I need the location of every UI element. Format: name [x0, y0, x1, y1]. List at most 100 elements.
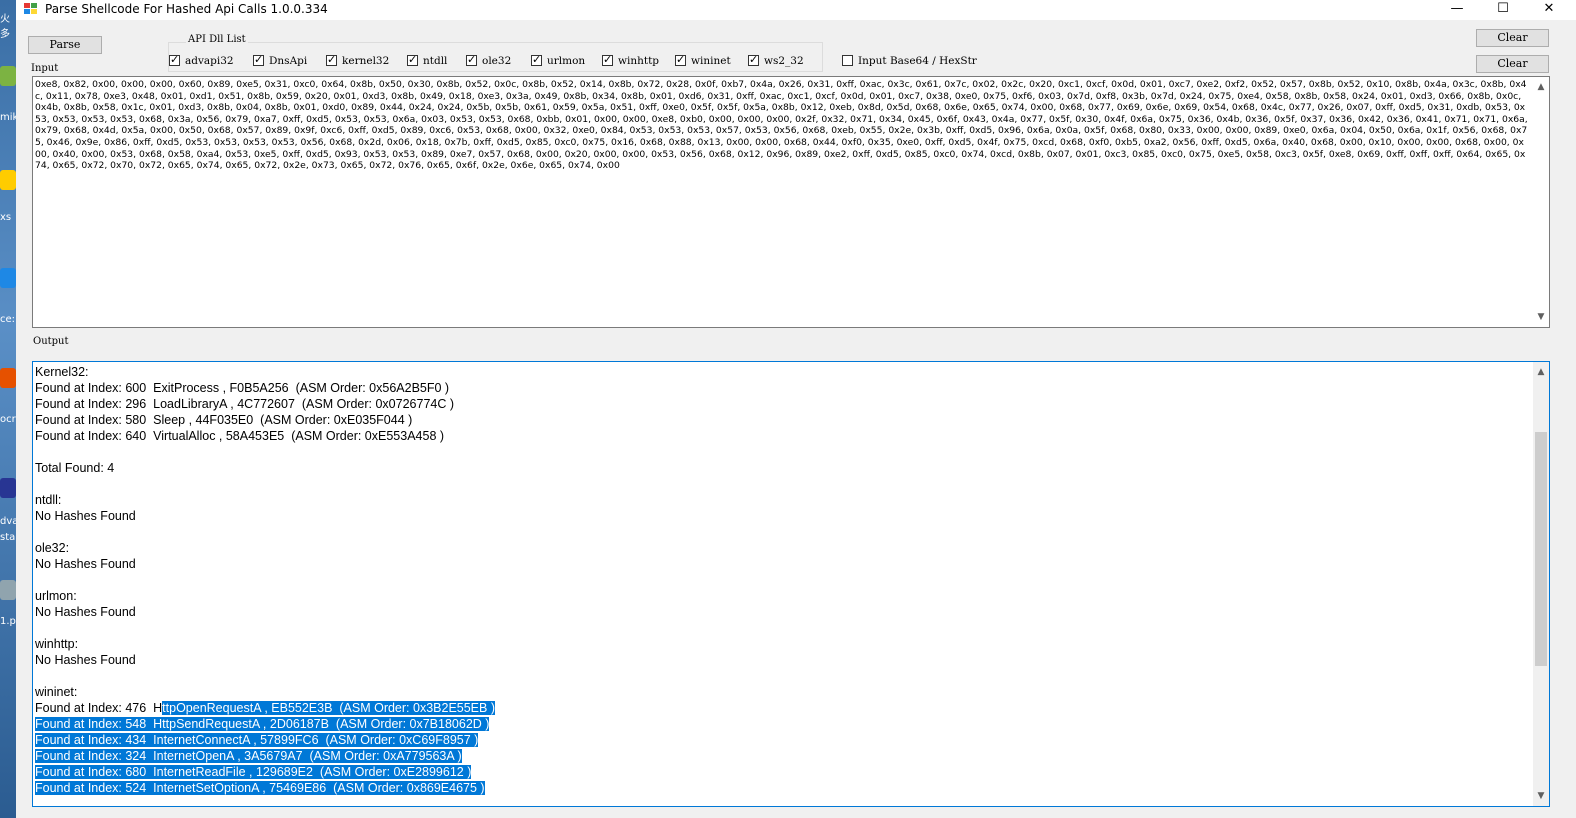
- app-icon: [24, 3, 38, 15]
- checkbox-advapi32[interactable]: advapi32: [169, 52, 234, 67]
- checkbox-label: wininet: [691, 54, 731, 67]
- output-line: No Hashes Found: [35, 557, 136, 571]
- checkbox-urlmon[interactable]: urlmon: [531, 52, 586, 67]
- title-bar[interactable]: Parse Shellcode For Hashed Api Calls 1.0…: [16, 0, 1576, 20]
- output-line: Found at Index: 296 LoadLibraryA , 4C772…: [35, 397, 455, 411]
- scroll-thumb[interactable]: [1535, 432, 1547, 666]
- input-textarea[interactable]: 0xe8, 0x82, 0x00, 0x00, 0x00, 0x60, 0x89…: [32, 76, 1550, 328]
- output-line-selected: Found at Index: 434 InternetConnectA , 5…: [35, 732, 1531, 748]
- desktop-shortcut-icon[interactable]: [0, 478, 16, 498]
- parse-button[interactable]: Parse: [28, 36, 102, 54]
- selected-text: ttpOpenRequestA , EB552E3B (ASM Order: 0…: [162, 701, 495, 715]
- checkbox-winhttp[interactable]: winhttp: [602, 52, 660, 67]
- scroll-down-arrow-icon[interactable]: ▼: [1533, 309, 1549, 325]
- output-line: wininet:: [35, 685, 78, 699]
- output-line: Total Found: 4: [35, 461, 115, 475]
- desktop-shortcut-icon[interactable]: [0, 268, 16, 288]
- checkbox-check-icon[interactable]: [326, 53, 337, 67]
- output-line-partially-selected: Found at Index: 476 HttpOpenRequestA , E…: [35, 700, 1531, 716]
- checkbox-check-icon[interactable]: [169, 53, 180, 67]
- input-label: Input: [31, 63, 59, 74]
- output-line: Found at Index: 600 ExitProcess , F0B5A2…: [35, 381, 450, 395]
- checkbox-check-icon[interactable]: [602, 53, 613, 67]
- desktop-label: sta: [0, 532, 16, 543]
- checkbox-label: Input Base64 / HexStr: [858, 54, 977, 67]
- dll-list-group-title: API Dll List: [186, 34, 248, 45]
- output-line: urlmon:: [35, 589, 77, 603]
- output-textarea[interactable]: Kernel32: Found at Index: 600 ExitProces…: [32, 361, 1550, 807]
- output-text[interactable]: Kernel32: Found at Index: 600 ExitProces…: [35, 364, 1531, 796]
- checkbox-check-icon[interactable]: [253, 53, 264, 67]
- selected-text: Found at Index: 324 InternetOpenA , 3A56…: [35, 749, 462, 763]
- output-line-selected: Found at Index: 324 InternetOpenA , 3A56…: [35, 748, 1531, 764]
- checkbox-ntdll[interactable]: ntdll: [407, 52, 448, 67]
- checkbox-ole32[interactable]: ole32: [466, 52, 512, 67]
- output-line: No Hashes Found: [35, 653, 136, 667]
- checkbox-label: ntdll: [423, 54, 448, 67]
- checkbox-check-icon[interactable]: [531, 53, 542, 67]
- checkbox-label: DnsApi: [269, 54, 308, 67]
- selected-text: Found at Index: 548 HttpSendRequestA , 2…: [35, 717, 490, 731]
- desktop-shortcut-icon[interactable]: [0, 66, 16, 86]
- desktop-shortcut-icon[interactable]: [0, 368, 16, 388]
- output-line-selected: Found at Index: 680 InternetReadFile , 1…: [35, 764, 1531, 780]
- minimize-button[interactable]: —: [1434, 0, 1480, 20]
- output-label: Output: [33, 336, 69, 347]
- desktop-background-strip: 火多 mik xs ce: ocr dva sta 1.p: [0, 0, 18, 818]
- selected-text: Found at Index: 434 InternetConnectA , 5…: [35, 733, 479, 747]
- input-scrollbar[interactable]: ▲ ▼: [1533, 77, 1549, 327]
- checkbox-ws2-32[interactable]: ws2_32: [748, 52, 804, 67]
- output-line: Found at Index: 580 Sleep , 44F035E0 (AS…: [35, 413, 413, 427]
- desktop-label: xs: [0, 212, 12, 223]
- desktop-label: ce:: [0, 314, 16, 325]
- output-line: Kernel32:: [35, 365, 89, 379]
- checkbox-dnsapi[interactable]: DnsApi: [253, 52, 308, 67]
- output-line: Found at Index: 640 VirtualAlloc , 58A45…: [35, 429, 445, 443]
- output-scrollbar[interactable]: ▲ ▼: [1533, 362, 1549, 806]
- app-window: Parse Shellcode For Hashed Api Calls 1.0…: [16, 0, 1576, 818]
- scroll-up-arrow-icon[interactable]: ▲: [1533, 364, 1549, 380]
- input-hex-text[interactable]: 0xe8, 0x82, 0x00, 0x00, 0x00, 0x60, 0x89…: [35, 79, 1529, 325]
- checkbox-label: ws2_32: [764, 54, 804, 67]
- checkbox-label: urlmon: [547, 54, 586, 67]
- output-line: No Hashes Found: [35, 605, 136, 619]
- unselected-text: Found at Index: 476 H: [35, 701, 163, 715]
- output-line: ole32:: [35, 541, 70, 555]
- checkbox-kernel32[interactable]: kernel32: [326, 52, 390, 67]
- scroll-down-arrow-icon[interactable]: ▼: [1533, 788, 1549, 804]
- checkbox-check-icon[interactable]: [407, 53, 418, 67]
- desktop-shortcut-icon[interactable]: [0, 580, 16, 600]
- output-line-selected: Found at Index: 548 HttpSendRequestA , 2…: [35, 716, 1531, 732]
- checkbox-wininet[interactable]: wininet: [675, 52, 731, 67]
- checkbox-unchecked-icon[interactable]: [842, 55, 853, 67]
- selected-text: Found at Index: 680 InternetReadFile , 1…: [35, 765, 472, 779]
- maximize-button[interactable]: ☐: [1480, 0, 1526, 20]
- selected-text: Found at Index: 524 InternetSetOptionA ,…: [35, 781, 485, 795]
- output-line: winhttp:: [35, 637, 79, 651]
- window-title: Parse Shellcode For Hashed Api Calls 1.0…: [45, 2, 328, 16]
- close-button[interactable]: ✕: [1526, 0, 1572, 20]
- checkbox-check-icon[interactable]: [675, 53, 686, 67]
- scroll-up-arrow-icon[interactable]: ▲: [1533, 79, 1549, 95]
- checkbox-label: winhttp: [618, 54, 660, 67]
- desktop-shortcut-icon[interactable]: [0, 170, 16, 190]
- desktop-label: 火多: [0, 14, 10, 40]
- output-line: No Hashes Found: [35, 509, 136, 523]
- output-line-selected: Found at Index: 524 InternetSetOptionA ,…: [35, 780, 1531, 796]
- checkbox-input-base64-hexstr[interactable]: Input Base64 / HexStr: [842, 52, 977, 67]
- checkbox-check-icon[interactable]: [748, 53, 759, 67]
- clear-input-button[interactable]: Clear: [1476, 29, 1549, 47]
- checkbox-check-icon[interactable]: [466, 53, 477, 67]
- checkbox-label: advapi32: [185, 54, 234, 67]
- desktop-label: ocr: [0, 414, 16, 425]
- clear-output-button[interactable]: Clear: [1476, 55, 1549, 73]
- checkbox-label: kernel32: [342, 54, 390, 67]
- checkbox-label: ole32: [482, 54, 512, 67]
- desktop-label: 1.p: [0, 616, 16, 627]
